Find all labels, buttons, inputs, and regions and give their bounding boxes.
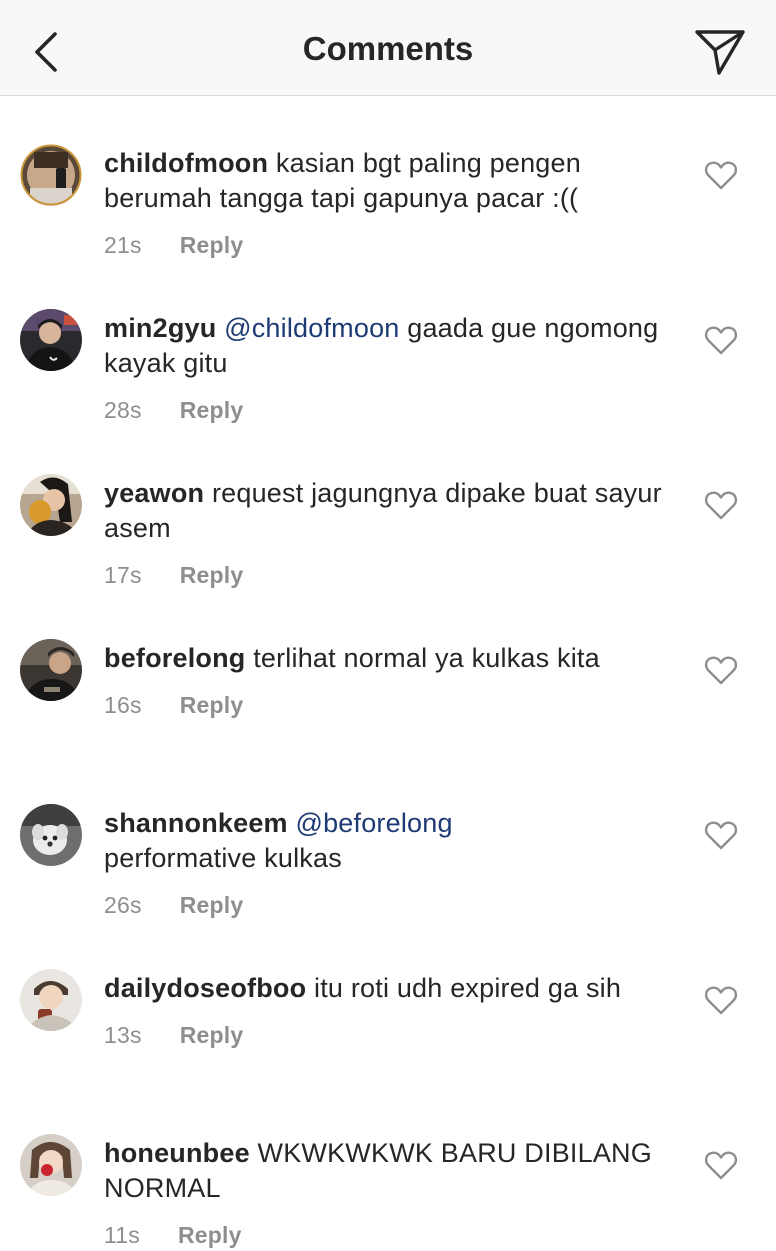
reply-button[interactable]: Reply: [180, 1021, 244, 1049]
comment-item: childofmoon kasian bgt paling pengen ber…: [0, 96, 776, 261]
comment-timestamp: 11s: [104, 1222, 140, 1248]
comment-timestamp: 28s: [104, 397, 142, 423]
comment-timestamp: 26s: [104, 892, 142, 918]
comment-meta: 28s Reply: [104, 396, 664, 424]
comment-username[interactable]: yeawon: [104, 478, 204, 508]
reply-button[interactable]: Reply: [178, 1221, 242, 1249]
comment-text: performative kulkas: [104, 843, 342, 873]
heart-icon[interactable]: [704, 325, 738, 355]
paper-plane-icon: [695, 30, 745, 75]
comment-text: terlihat normal ya kulkas kita: [253, 643, 600, 673]
heart-icon[interactable]: [704, 820, 738, 850]
comment-body: honeunbee WKWKWKWK BARU DIBILANG NORMAL …: [104, 1136, 664, 1249]
comment-meta: 16s Reply: [104, 691, 664, 719]
comment-timestamp: 16s: [104, 692, 142, 718]
comment-username[interactable]: childofmoon: [104, 148, 268, 178]
comment-meta: 26s Reply: [104, 891, 664, 919]
comment-item: shannonkeem @beforelong performative kul…: [0, 756, 776, 921]
comment-username[interactable]: beforelong: [104, 643, 246, 673]
comment-body: beforelong terlihat normal ya kulkas kit…: [104, 641, 664, 719]
comment-body: yeawon request jagungnya dipake buat say…: [104, 476, 664, 589]
comment-timestamp: 21s: [104, 232, 142, 258]
heart-icon[interactable]: [704, 160, 738, 190]
comment-meta: 11s Reply: [104, 1221, 664, 1249]
comment-meta: 17s Reply: [104, 561, 664, 589]
avatar[interactable]: [20, 309, 82, 371]
reply-button[interactable]: Reply: [180, 561, 244, 589]
avatar[interactable]: [20, 804, 82, 866]
avatar[interactable]: [20, 969, 82, 1031]
comment-item: min2gyu @childofmoon gaada gue ngomong k…: [0, 261, 776, 426]
comment-timestamp: 13s: [104, 1022, 142, 1048]
reply-button[interactable]: Reply: [180, 396, 244, 424]
heart-icon[interactable]: [704, 985, 738, 1015]
reply-button[interactable]: Reply: [180, 891, 244, 919]
comment-body: childofmoon kasian bgt paling pengen ber…: [104, 146, 664, 259]
comment-body: shannonkeem @beforelong performative kul…: [104, 806, 664, 919]
comment-list: childofmoon kasian bgt paling pengen ber…: [0, 96, 776, 1251]
comment-item: honeunbee WKWKWKWK BARU DIBILANG NORMAL …: [0, 1086, 776, 1251]
comment-timestamp: 17s: [104, 562, 142, 588]
comment-username[interactable]: dailydoseofboo: [104, 973, 306, 1003]
comment-body: dailydoseofboo itu roti udh expired ga s…: [104, 971, 664, 1049]
comment-item: dailydoseofboo itu roti udh expired ga s…: [0, 921, 776, 1086]
reply-button[interactable]: Reply: [180, 691, 244, 719]
avatar[interactable]: [20, 474, 82, 536]
comment-item: beforelong terlihat normal ya kulkas kit…: [0, 591, 776, 756]
mention-link[interactable]: @beforelong: [295, 808, 452, 838]
heart-icon[interactable]: [704, 655, 738, 685]
comment-meta: 21s Reply: [104, 231, 664, 259]
page-title: Comments: [302, 30, 474, 67]
comment-username[interactable]: shannonkeem: [104, 808, 288, 838]
comment-text: itu roti udh expired ga sih: [314, 973, 622, 1003]
avatar[interactable]: [20, 144, 82, 206]
avatar[interactable]: [20, 639, 82, 701]
share-button[interactable]: [692, 24, 748, 80]
top-bar: Comments: [0, 0, 776, 96]
comment-username[interactable]: honeunbee: [104, 1138, 250, 1168]
mention-link[interactable]: @childofmoon: [224, 313, 399, 343]
heart-icon[interactable]: [704, 1150, 738, 1180]
avatar[interactable]: [20, 1134, 82, 1196]
heart-icon[interactable]: [704, 490, 738, 520]
comment-meta: 13s Reply: [104, 1021, 664, 1049]
reply-button[interactable]: Reply: [180, 231, 244, 259]
comment-item: yeawon request jagungnya dipake buat say…: [0, 426, 776, 591]
comment-body: min2gyu @childofmoon gaada gue ngomong k…: [104, 311, 664, 424]
comment-username[interactable]: min2gyu: [104, 313, 216, 343]
